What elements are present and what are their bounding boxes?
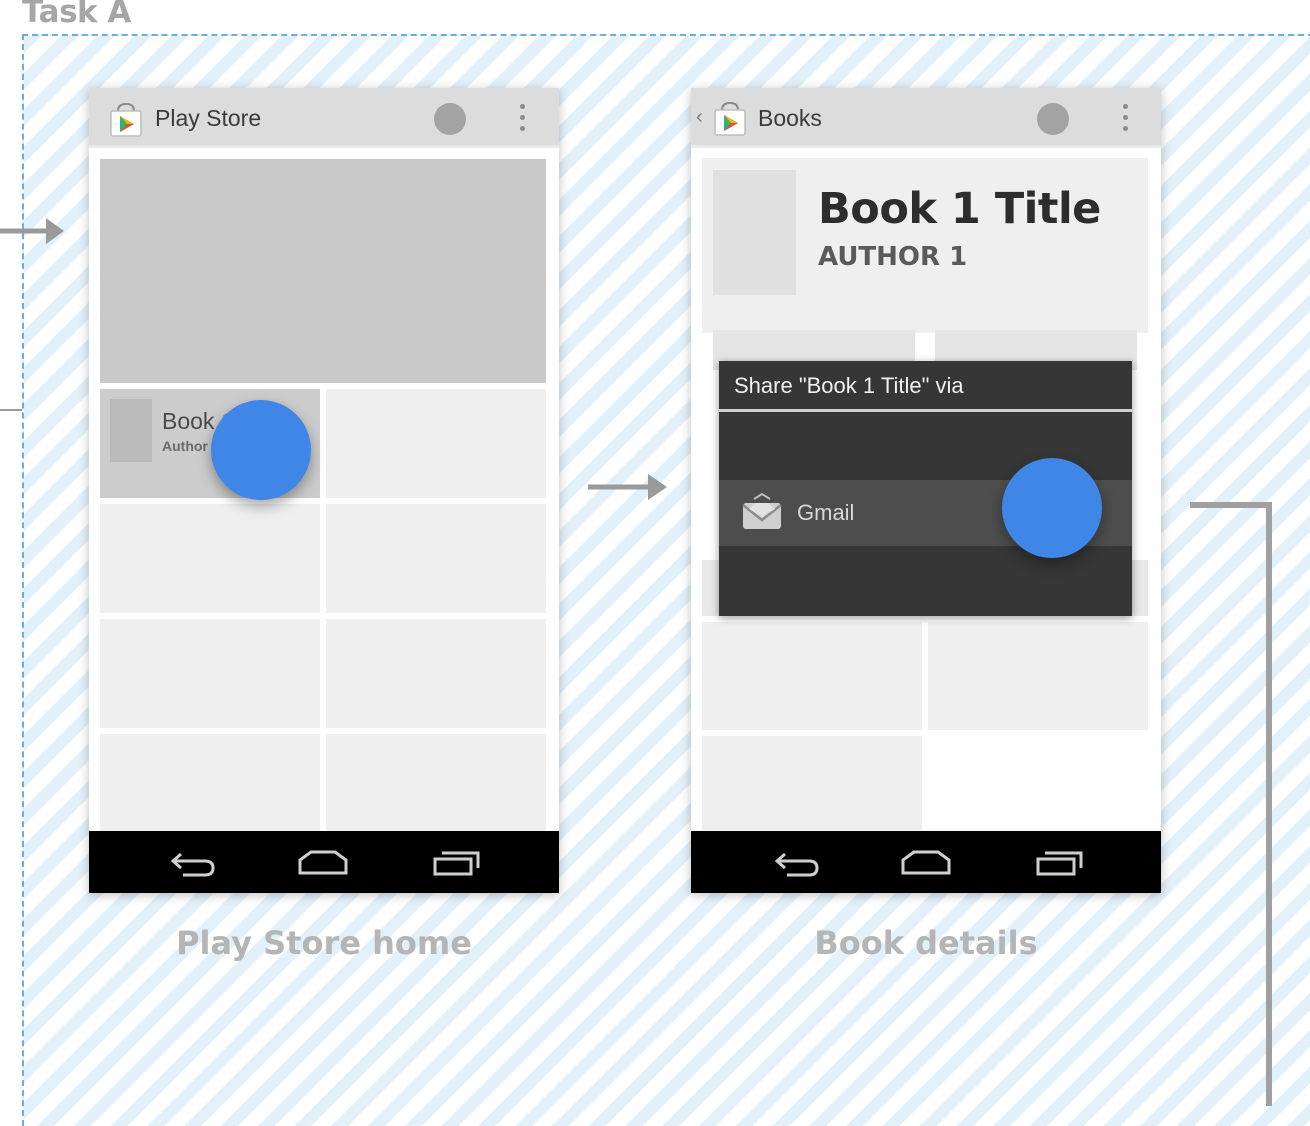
grid-tile[interactable]: [100, 619, 320, 728]
grid-tile[interactable]: [326, 389, 546, 498]
book-header: Book 1 Title AUTHOR 1: [702, 158, 1148, 333]
touch-indicator: [211, 400, 311, 500]
book-card-author-visible: Author: [162, 438, 208, 454]
system-nav-bar: [691, 831, 1161, 893]
book-title: Book 1 Title: [818, 184, 1101, 234]
phone-play-store-home: Play Store Book 1 Title Author 1: [89, 88, 559, 893]
grid-tile[interactable]: [702, 622, 922, 730]
book-card-title-visible: Book: [162, 408, 215, 434]
grid-tile[interactable]: [326, 619, 546, 728]
recents-icon[interactable]: [432, 848, 482, 878]
overflow-menu-icon[interactable]: [520, 104, 526, 134]
grid-tile[interactable]: [100, 504, 320, 613]
book-cover: [713, 170, 796, 295]
share-dialog-divider: [719, 409, 1132, 412]
back-icon[interactable]: [169, 848, 217, 878]
screen-caption: Play Store home: [176, 924, 472, 962]
system-nav-bar: [89, 831, 559, 893]
featured-banner[interactable]: [100, 159, 546, 383]
screen-caption: Book details: [814, 924, 1038, 962]
touch-indicator: [1002, 458, 1102, 558]
up-caret-icon[interactable]: ‹: [696, 106, 703, 129]
grid-tile[interactable]: [928, 622, 1148, 730]
book-cover-thumbnail: [110, 399, 152, 462]
home-icon[interactable]: [297, 848, 349, 878]
grid-tile[interactable]: [326, 504, 546, 613]
app-title: Play Store: [155, 105, 262, 131]
share-option-label: Gmail: [797, 500, 855, 525]
share-dialog-title: Share "Book 1 Title" via: [734, 373, 964, 398]
overflow-menu-icon[interactable]: [1123, 104, 1129, 134]
task-label: Task A: [22, 0, 131, 30]
account-avatar[interactable]: [1037, 103, 1069, 135]
grid-tile[interactable]: [326, 734, 546, 831]
action-bar: Play Store: [89, 88, 559, 148]
back-icon[interactable]: [773, 848, 821, 878]
content-area: Book 1 Title Author 1: [89, 148, 559, 831]
grid-tile[interactable]: [702, 736, 922, 830]
recents-icon[interactable]: [1035, 848, 1085, 878]
action-bar: ‹ Books: [691, 88, 1161, 148]
grid-tile[interactable]: [100, 734, 320, 831]
book-author: AUTHOR 1: [818, 242, 968, 272]
account-avatar[interactable]: [434, 103, 466, 135]
app-title: Books: [758, 105, 822, 131]
gmail-icon: [742, 493, 782, 529]
play-store-icon[interactable]: [109, 102, 143, 138]
play-store-icon[interactable]: [713, 101, 747, 137]
phone-book-details: ‹ Books Book 1 Title AUTHOR 1 Share "Boo…: [691, 88, 1161, 893]
home-icon[interactable]: [900, 848, 952, 878]
